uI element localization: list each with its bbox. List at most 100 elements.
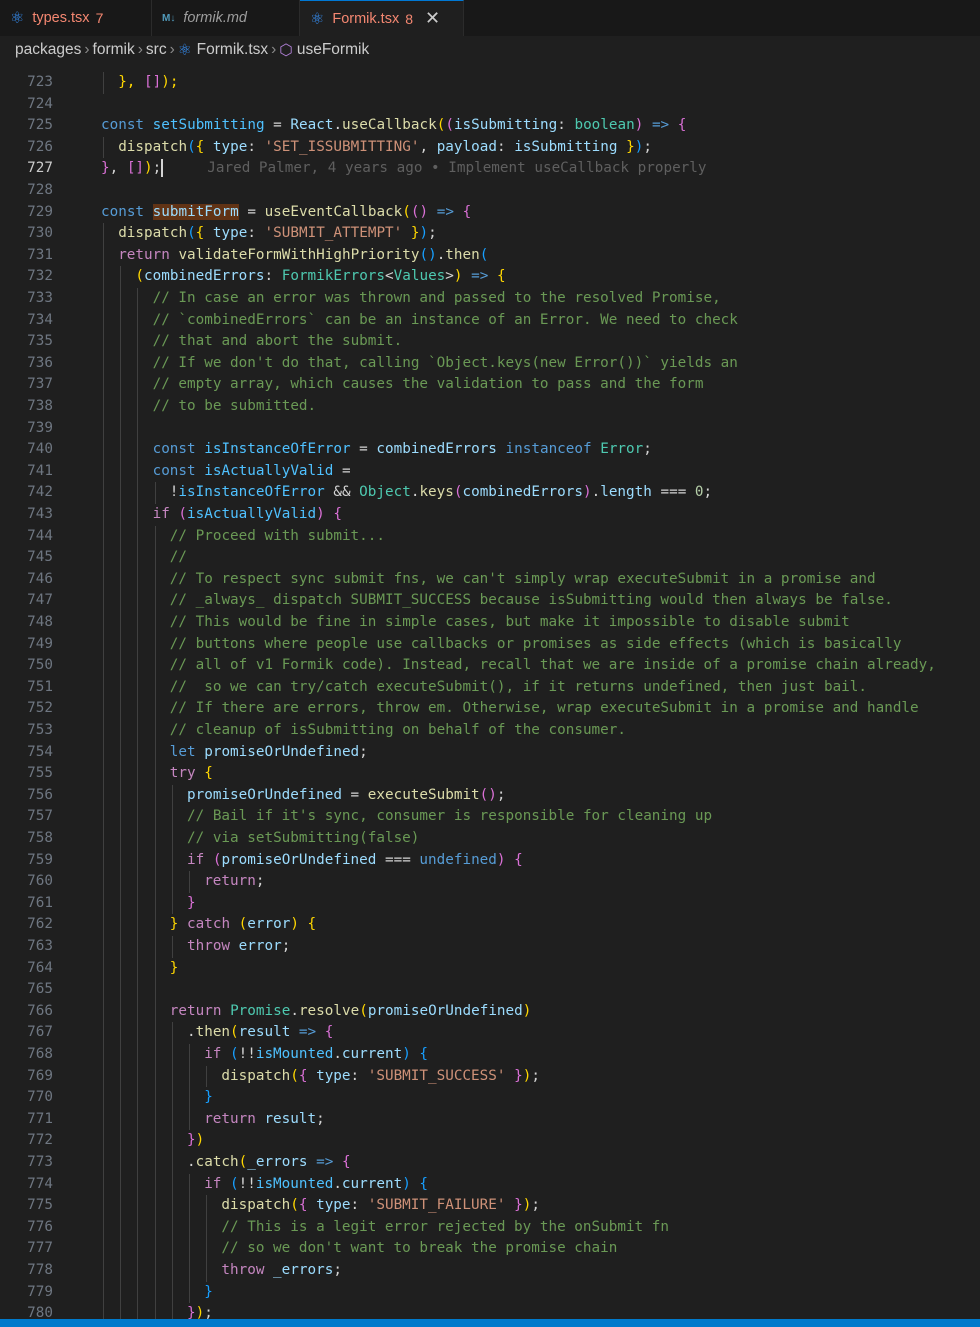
- symbol-method-icon: ⬡: [279, 41, 293, 59]
- code-line[interactable]: 730 dispatch({ type: 'SUBMIT_ATTEMPT' });: [0, 223, 980, 245]
- code-line[interactable]: 747 // _always_ dispatch SUBMIT_SUCCESS b…: [0, 590, 980, 612]
- code-line[interactable]: 739: [0, 417, 980, 440]
- code-line[interactable]: 763 throw error;: [0, 936, 980, 958]
- tab-formik-tsx[interactable]: ⚛ Formik.tsx 8 ✕: [300, 0, 464, 36]
- code-line[interactable]: 750 // all of v1 Formik code). Instead, r…: [0, 655, 980, 677]
- indent-guide: [154, 525, 156, 548]
- code-token: }: [187, 1305, 196, 1319]
- code-line[interactable]: 765: [0, 979, 980, 1001]
- code-token: :: [264, 268, 282, 285]
- tab-formik-md[interactable]: M↓ formik.md: [152, 0, 300, 36]
- code-line[interactable]: 751 // so we can try/catch executeSubmit(…: [0, 676, 980, 699]
- code-line[interactable]: 741 const isActuallyValid =: [0, 460, 980, 483]
- code-token: {: [341, 1154, 351, 1170]
- indent-guide: [103, 741, 104, 764]
- code-line[interactable]: 727}, []); Jared Palmer, 4 years ago • Im…: [0, 158, 980, 180]
- code-line[interactable]: 768 if (!!isMounted.current) {: [0, 1044, 980, 1066]
- code-line[interactable]: 761}: [0, 892, 980, 915]
- code-token: promiseOrUndefined: [204, 743, 360, 760]
- code-token: length: [600, 484, 652, 501]
- code-line[interactable]: 745 //: [0, 547, 980, 569]
- code-line[interactable]: 753 // cleanup of isSubmitting on behalf …: [0, 720, 980, 742]
- breadcrumb-item[interactable]: formik: [93, 41, 135, 59]
- breadcrumb-item[interactable]: packages: [15, 41, 81, 59]
- code-text: // Bail if it's sync, consumer is respon…: [187, 806, 712, 828]
- code-token: ;: [255, 873, 265, 890]
- code-token: Error: [600, 441, 644, 458]
- code-line[interactable]: 754 let promiseOrUndefined;: [0, 741, 980, 764]
- code-line[interactable]: 726 dispatch({ type: 'SET_ISSUBMITTING', …: [0, 136, 980, 159]
- code-line[interactable]: 771 return result;: [0, 1108, 980, 1131]
- code-line[interactable]: 733 // In case an error was thrown and pa…: [0, 288, 980, 310]
- indent-guide: [103, 244, 104, 267]
- code-line[interactable]: 764}: [0, 957, 980, 980]
- code-line[interactable]: 758 // via setSubmitting(false): [0, 828, 980, 850]
- code-token: // that and abort the submit.: [152, 333, 403, 350]
- code-line[interactable]: 775 dispatch({ type: 'SUBMIT_FAILURE' });: [0, 1195, 980, 1217]
- code-line[interactable]: 723}, []);: [0, 72, 980, 94]
- indent-guide: [103, 979, 104, 1001]
- code-line[interactable]: 769 dispatch({ type: 'SUBMIT_SUCCESS' });: [0, 1065, 980, 1088]
- code-token: {: [307, 916, 317, 933]
- code-line[interactable]: 767 .then(result => {: [0, 1022, 980, 1044]
- code-line[interactable]: 732 (combinedErrors: FormikErrors<Values>…: [0, 266, 980, 288]
- code-line[interactable]: 755 try {: [0, 763, 980, 785]
- code-token: if: [204, 1046, 222, 1062]
- code-line[interactable]: 725 const setSubmitting = React.useCallba…: [0, 115, 980, 137]
- code-line[interactable]: 744 // Proceed with submit...: [0, 525, 980, 548]
- indent-guide: [154, 741, 156, 764]
- code-line[interactable]: 760 return;: [0, 871, 980, 893]
- code-token: ;: [643, 441, 652, 458]
- code-line[interactable]: 777 // so we don't want to break the prom…: [0, 1238, 980, 1260]
- code-line[interactable]: 742 !isInstanceOfError && Object.keys(com…: [0, 482, 980, 504]
- code-line[interactable]: 770}: [0, 1087, 980, 1109]
- code-token: );: [161, 74, 179, 90]
- code-line[interactable]: 779}: [0, 1281, 980, 1304]
- code-line[interactable]: 729 const submitForm = useEventCallback((…: [0, 202, 980, 224]
- code-line[interactable]: 752 // If there are errors, throw em. Oth…: [0, 698, 980, 720]
- code-line[interactable]: 737 // empty array, which causes the vali…: [0, 374, 980, 396]
- code-editor[interactable]: 723}, []); 724 725 const setSubmitting = Re…: [0, 66, 980, 1319]
- code-line[interactable]: 728: [0, 180, 980, 202]
- close-icon[interactable]: ✕: [425, 8, 440, 29]
- indent-guide: [120, 460, 122, 483]
- tab-label: formik.md: [183, 10, 247, 26]
- code-line[interactable]: 743 if (isActuallyValid) {: [0, 504, 980, 526]
- code-line[interactable]: 735 // that and abort the submit.: [0, 331, 980, 353]
- code-token: ): [195, 1132, 205, 1149]
- indent-guide: [137, 1087, 139, 1109]
- code-line[interactable]: 778 throw _errors;: [0, 1260, 980, 1282]
- breadcrumb-item[interactable]: useFormik: [297, 41, 369, 59]
- indent-guide: [103, 352, 104, 375]
- indent-guide: [103, 806, 104, 828]
- code-token: isActuallyValid: [187, 506, 317, 522]
- code-token: dispatch: [221, 1067, 291, 1084]
- code-line[interactable]: 759 if (promiseOrUndefined === undefined)…: [0, 849, 980, 872]
- code-line[interactable]: 749 // buttons where people use callbacks…: [0, 633, 980, 656]
- breadcrumb-item[interactable]: src: [146, 41, 167, 59]
- code-line[interactable]: 724: [0, 94, 980, 116]
- breadcrumb-item[interactable]: Formik.tsx: [197, 41, 268, 59]
- indent-guide: [103, 1216, 104, 1239]
- code-line[interactable]: 731 return validateFormWithHighPriority()…: [0, 244, 980, 267]
- code-line[interactable]: 740 const isInstanceOfError = combinedErr…: [0, 439, 980, 461]
- code-line[interactable]: 773 .catch(_errors => {: [0, 1152, 980, 1174]
- code-line[interactable]: 736 // If we don't do that, calling `Obje…: [0, 352, 980, 375]
- indent-guide: [120, 590, 122, 612]
- code-line[interactable]: 734 // `combinedErrors` can be an instanc…: [0, 309, 980, 332]
- code-line[interactable]: 756 promiseOrUndefined = executeSubmit();: [0, 784, 980, 807]
- code-line[interactable]: 762} catch (error) {: [0, 914, 980, 936]
- code-line[interactable]: 738 // to be submitted.: [0, 396, 980, 418]
- code-line[interactable]: 772}): [0, 1130, 980, 1152]
- code-line[interactable]: 774 if (!!isMounted.current) {: [0, 1173, 980, 1196]
- line-number: 764: [27, 959, 53, 976]
- code-line[interactable]: 776 // This is a legit error rejected by …: [0, 1216, 980, 1239]
- code-line[interactable]: 780});: [0, 1303, 980, 1319]
- code-line[interactable]: 757 // Bail if it's sync, consumer is res…: [0, 806, 980, 828]
- indent-guide: [120, 396, 122, 418]
- code-line[interactable]: 746 // To respect sync submit fns, we can…: [0, 568, 980, 591]
- indent-guide: [171, 849, 173, 872]
- tab-types-tsx[interactable]: ⚛ types.tsx 7: [0, 0, 152, 36]
- code-line[interactable]: 766 return Promise.resolve(promiseOrUndef…: [0, 1000, 980, 1023]
- code-line[interactable]: 748 // This would be fine in simple cases…: [0, 612, 980, 634]
